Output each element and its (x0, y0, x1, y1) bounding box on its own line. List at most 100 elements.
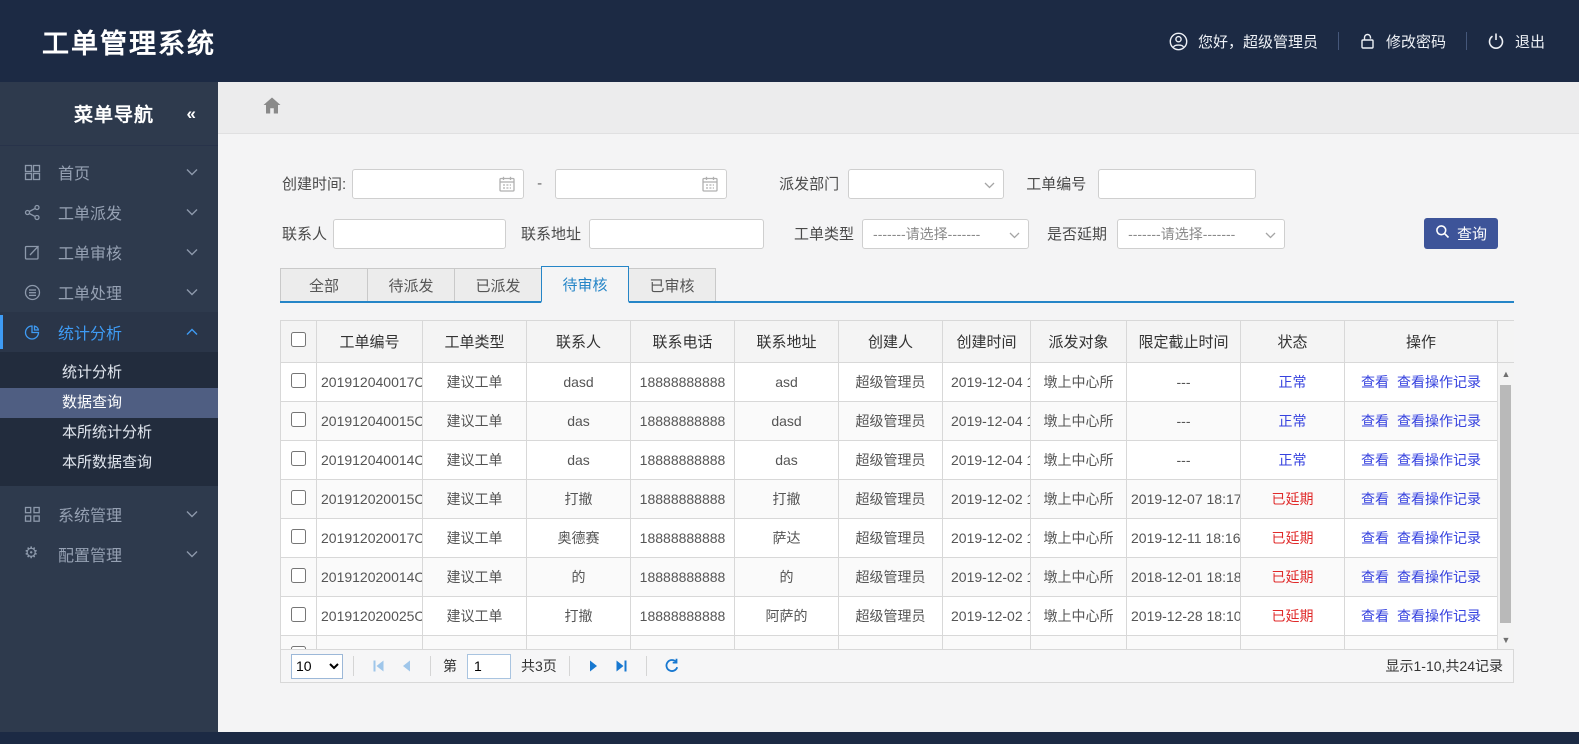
cell-contact: das (526, 440, 631, 480)
row-checkbox[interactable] (291, 412, 306, 427)
view-log-link[interactable]: 查看操作记录 (1397, 452, 1481, 468)
sidebar-item-system[interactable]: 系统管理 (0, 494, 218, 534)
view-log-link[interactable]: 查看操作记录 (1397, 569, 1481, 585)
sidebar-item-review[interactable]: 工单审核 (0, 232, 218, 272)
cell-target: 墩上中心所 (1030, 401, 1127, 441)
view-log-link[interactable]: 查看操作记录 (1397, 374, 1481, 390)
view-link[interactable]: 查看 (1361, 491, 1389, 507)
view-link[interactable]: 查看 (1361, 413, 1389, 429)
sidebar-menu: 首页 工单派发 工单审核 工单处理 统计分析 统计分析 数据查询 本所统计分析 … (0, 146, 218, 574)
header-user-area: 您好，超级管理员 修改密码 退出 (1169, 31, 1545, 52)
row-checkbox[interactable] (291, 529, 306, 544)
page-label: 第 (443, 658, 457, 674)
contact-input[interactable] (333, 218, 507, 249)
cell-phone: 18888888888 (630, 362, 735, 402)
row-checkbox[interactable] (291, 490, 306, 505)
row-checkbox[interactable] (291, 373, 306, 388)
create-time-start-field[interactable] (352, 168, 525, 199)
create-time-start-input[interactable] (359, 170, 498, 197)
calendar-icon[interactable] (701, 175, 719, 193)
select-all-checkbox[interactable] (291, 332, 306, 347)
row-checkbox[interactable] (291, 451, 306, 466)
home-icon[interactable] (262, 96, 282, 120)
cell-order-no (316, 635, 423, 649)
view-link[interactable]: 查看 (1361, 452, 1389, 468)
status-tabs: 全部 待派发 已派发 待审核 已审核 (280, 266, 1514, 303)
refresh-icon[interactable] (664, 658, 680, 674)
view-link[interactable]: 查看 (1361, 569, 1389, 585)
prev-page-icon[interactable] (400, 659, 413, 673)
cell-created: 2019-12-04 15 (942, 440, 1031, 480)
row-checkbox-cell (280, 401, 317, 441)
cell-address: 萨达 (734, 518, 839, 558)
calendar-icon[interactable] (498, 175, 516, 193)
create-time-end-field[interactable] (555, 168, 728, 199)
first-page-icon[interactable] (371, 659, 386, 673)
cell-deadline: 2019-12-28 18:10 (1126, 596, 1241, 636)
row-checkbox[interactable] (291, 607, 306, 622)
view-log-link[interactable]: 查看操作记录 (1397, 413, 1481, 429)
tab-dispatched[interactable]: 已派发 (454, 268, 542, 301)
submenu-item-data-query[interactable]: 数据查询 (0, 388, 218, 418)
cell-order-no: 201912020025C (316, 596, 423, 636)
page-size-select[interactable]: 10 (291, 653, 343, 679)
pager-divider (568, 656, 570, 676)
view-link[interactable]: 查看 (1361, 374, 1389, 390)
sidebar-item-dispatch[interactable]: 工单派发 (0, 192, 218, 232)
page-number-input[interactable] (467, 653, 511, 679)
submenu-item-local-data-query[interactable]: 本所数据查询 (0, 448, 218, 478)
select-all-cell (280, 320, 317, 363)
create-time-end-input[interactable] (562, 170, 701, 197)
dispatch-dept-select[interactable] (848, 168, 1005, 199)
view-log-link[interactable]: 查看操作记录 (1397, 491, 1481, 507)
cell-target: 墩上中心所 (1030, 440, 1127, 480)
sidebar-collapse-icon[interactable]: « (187, 104, 197, 124)
cell-order-type: 建议工单 (422, 518, 527, 558)
sidebar-item-statistics[interactable]: 统计分析 (0, 312, 218, 352)
cell-order-type: 建议工单 (422, 401, 527, 441)
sidebar-item-config[interactable]: ⚙ 配置管理 (0, 534, 218, 574)
row-checkbox[interactable] (291, 568, 306, 583)
sidebar-item-process[interactable]: 工单处理 (0, 272, 218, 312)
user-circle-icon (1169, 32, 1188, 51)
sidebar: 菜单导航 « 首页 工单派发 工单审核 工单处理 统计分析 统计分析 数据查询 … (0, 82, 218, 732)
change-password-button[interactable]: 修改密码 (1359, 31, 1446, 52)
order-type-select[interactable]: -------请选择------- (862, 218, 1030, 249)
scroll-down-icon[interactable]: ▼ (1498, 635, 1514, 645)
view-link[interactable]: 查看 (1361, 530, 1389, 546)
scrollbar-thumb[interactable] (1500, 385, 1511, 623)
user-greeting[interactable]: 您好，超级管理员 (1169, 31, 1318, 52)
view-log-link[interactable]: 查看操作记录 (1397, 608, 1481, 624)
last-page-icon[interactable] (614, 659, 629, 673)
delay-select[interactable]: -------请选择------- (1117, 218, 1286, 249)
table-row: 201912020017C 建议工单 奥德赛 18888888888 萨达 超级… (280, 518, 1514, 558)
tab-all[interactable]: 全部 (280, 268, 368, 301)
tab-pending-review[interactable]: 待审核 (541, 266, 629, 303)
order-no-input[interactable] (1098, 168, 1257, 199)
view-log-link[interactable]: 查看操作记录 (1397, 530, 1481, 546)
address-input[interactable] (589, 218, 765, 249)
table-row: 201912020014C 建议工单 的 18888888888 的 超级管理员… (280, 557, 1514, 597)
scroll-up-icon[interactable]: ▲ (1498, 369, 1514, 379)
cell-address: 阿萨的 (734, 596, 839, 636)
next-page-icon[interactable] (587, 659, 600, 673)
tab-reviewed[interactable]: 已审核 (628, 268, 716, 301)
row-checkbox-cell (280, 557, 317, 597)
cell-deadline: 2019-12-07 18:17 (1126, 479, 1241, 519)
filter-row-1: 创建时间: - 派发部门 工单编号 (282, 168, 1518, 199)
sidebar-item-label: 配置管理 (58, 548, 123, 565)
view-link[interactable]: 查看 (1361, 608, 1389, 624)
cell-creator (838, 635, 943, 649)
search-button[interactable]: 查询 (1424, 218, 1498, 249)
cell-order-type: 建议工单 (422, 596, 527, 636)
table-body: 201912040017C 建议工单 dasd 18888888888 asd … (280, 362, 1514, 649)
cell-deadline: --- (1126, 440, 1241, 480)
logout-button[interactable]: 退出 (1487, 31, 1545, 52)
sidebar-item-home[interactable]: 首页 (0, 152, 218, 192)
tab-pending-dispatch[interactable]: 待派发 (367, 268, 455, 301)
submenu-item-statistics[interactable]: 统计分析 (0, 358, 218, 388)
row-checkbox[interactable] (291, 646, 306, 649)
table-scrollbar[interactable]: ▲ ▼ (1497, 363, 1514, 649)
cell-order-no: 201912020017C (316, 518, 423, 558)
submenu-item-local-statistics[interactable]: 本所统计分析 (0, 418, 218, 448)
